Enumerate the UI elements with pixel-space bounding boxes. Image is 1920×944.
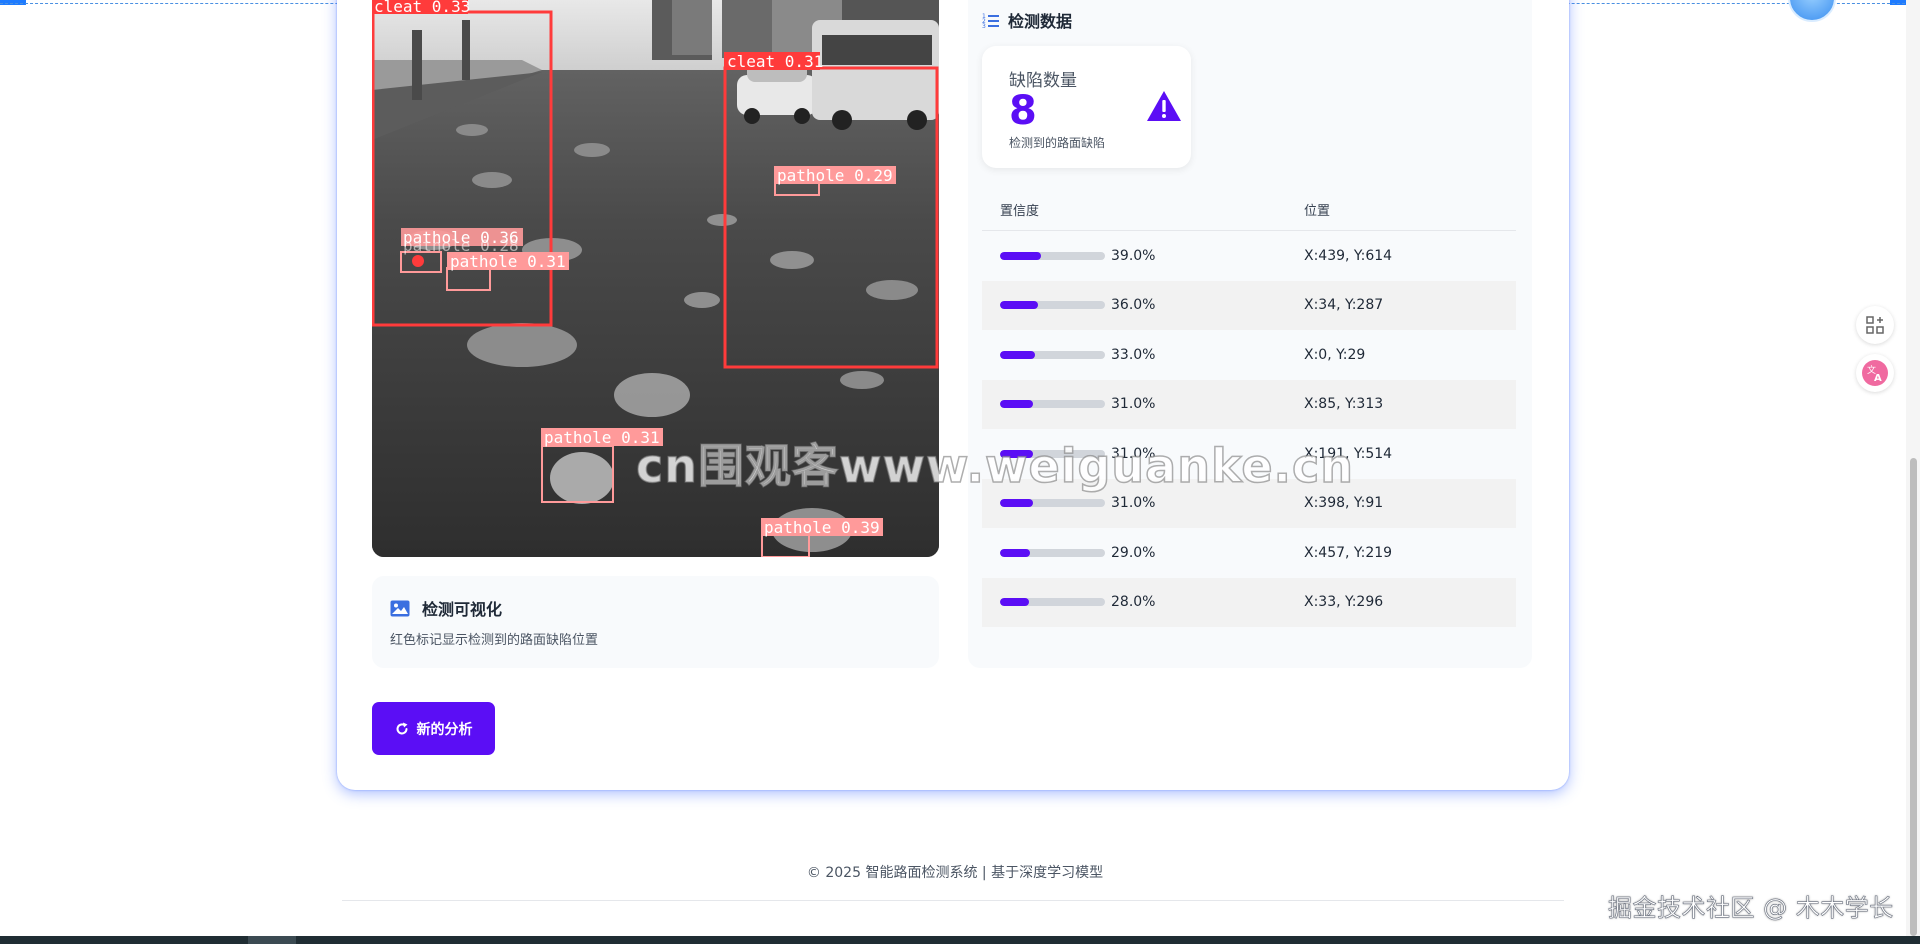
position-cell: X:33, Y:296	[1304, 594, 1384, 611]
new-analysis-button[interactable]: 新的分析	[372, 702, 495, 755]
position-cell: X:0, Y:29	[1304, 346, 1366, 363]
confidence-bar	[1000, 251, 1105, 260]
new-analysis-label: 新的分析	[416, 720, 473, 737]
detection-data-card: 1 2 3 检测数据 缺陷数量 8 检测到的路面缺陷 置信度 位置 39.0% X…	[968, 0, 1532, 668]
table-row: 33.0% X:0, Y:29	[982, 330, 1516, 380]
confidence-bar	[1000, 548, 1105, 557]
refresh-icon	[396, 722, 407, 734]
confidence-value: 29.0%	[1111, 544, 1156, 561]
confidence-value: 28.0%	[1111, 594, 1156, 611]
detection-label: pathole 0.29	[777, 166, 893, 185]
table-row: 28.0% X:33, Y:296	[982, 577, 1516, 627]
confidence-value: 31.0%	[1111, 396, 1156, 413]
detection-label: cleat 0.31	[727, 52, 823, 71]
detection-label: pathole 0.39	[764, 518, 880, 537]
confidence-cell: 33.0%	[982, 347, 1304, 363]
table-row: 29.0% X:457, Y:219	[982, 528, 1516, 578]
scrollbar-thumb[interactable]	[1910, 458, 1917, 936]
detections-table: 置信度 位置 39.0% X:439, Y:614 36.0% X:34, Y:287…	[982, 188, 1516, 627]
confidence-bar-fill	[1000, 251, 1041, 260]
position-cell: X:34, Y:287	[1304, 297, 1384, 314]
table-row: 39.0% X:439, Y:614	[982, 231, 1516, 281]
footer-divider	[342, 900, 1564, 901]
header-position: 位置	[1304, 203, 1331, 219]
confidence-cell: 28.0%	[982, 594, 1304, 610]
header-confidence: 置信度	[1000, 203, 1040, 219]
confidence-bar-fill	[1000, 301, 1038, 310]
confidence-bar-fill	[1000, 499, 1033, 508]
position-cell: X:457, Y:219	[1304, 544, 1393, 561]
translate-icon: 文 A	[1862, 360, 1888, 386]
apps-grid-icon	[1866, 316, 1884, 334]
defect-count-card: 缺陷数量 8 检测到的路面缺陷	[982, 46, 1191, 168]
image-icon	[390, 600, 410, 616]
table-header: 置信度 位置	[982, 188, 1516, 231]
confidence-cell: 36.0%	[982, 297, 1304, 313]
confidence-cell: 39.0%	[982, 248, 1304, 264]
visualization-description: 红色标记显示检测到的路面缺陷位置	[390, 633, 599, 648]
confidence-bar-fill	[1000, 598, 1030, 607]
warning-triangle-icon	[1147, 91, 1181, 121]
defect-count-subtitle: 检测到的路面缺陷	[1009, 136, 1106, 150]
confidence-value: 31.0%	[1111, 495, 1156, 512]
detection-label: cleat 0.33	[374, 0, 470, 16]
table-row: 31.0% X:85, Y:313	[982, 379, 1516, 429]
confidence-value: 36.0%	[1111, 297, 1156, 314]
confidence-cell: 31.0%	[982, 495, 1304, 511]
confidence-bar	[1000, 350, 1105, 359]
detection-data-title: 检测数据	[1008, 12, 1073, 31]
taskbar-item[interactable]	[248, 936, 296, 944]
confidence-cell: 29.0%	[982, 545, 1304, 561]
confidence-bar	[1000, 400, 1105, 409]
confidence-bar-fill	[1000, 350, 1035, 359]
table-row: 36.0% X:34, Y:287	[982, 280, 1516, 330]
confidence-bar	[1000, 598, 1105, 607]
confidence-bar-fill	[1000, 548, 1031, 557]
confidence-bar	[1000, 499, 1105, 508]
svg-text:A: A	[1874, 373, 1882, 384]
position-cell: X:439, Y:614	[1304, 247, 1393, 264]
list-ordered-icon: 1 2 3	[982, 13, 999, 29]
position-cell: X:398, Y:91	[1304, 495, 1384, 512]
defect-count-value: 8	[1009, 88, 1037, 134]
confidence-cell: 31.0%	[982, 396, 1304, 412]
footer-text: © 2025 智能路面检测系统 | 基于深度学习模型	[806, 865, 1104, 881]
svg-text:3: 3	[982, 23, 986, 29]
confidence-value: 39.0%	[1111, 247, 1156, 264]
detection-label: pathole 0.31	[450, 252, 566, 271]
confidence-bar	[1000, 301, 1105, 310]
apps-button[interactable]	[1856, 306, 1894, 344]
position-cell: X:85, Y:313	[1304, 396, 1384, 413]
visualization-title: 检测可视化	[422, 600, 503, 619]
floating-avatar[interactable]	[1788, 0, 1836, 22]
confidence-bar-fill	[1000, 400, 1033, 409]
visualization-card: 检测可视化 红色标记显示检测到的路面缺陷位置	[372, 576, 939, 668]
confidence-value: 33.0%	[1111, 346, 1156, 363]
translate-button[interactable]: 文 A	[1856, 354, 1894, 392]
juejin-watermark: 掘金技术社区 @ 木木学长	[1608, 894, 1894, 923]
site-watermark: cn围观客www.weiguanke.cn	[635, 438, 1355, 494]
